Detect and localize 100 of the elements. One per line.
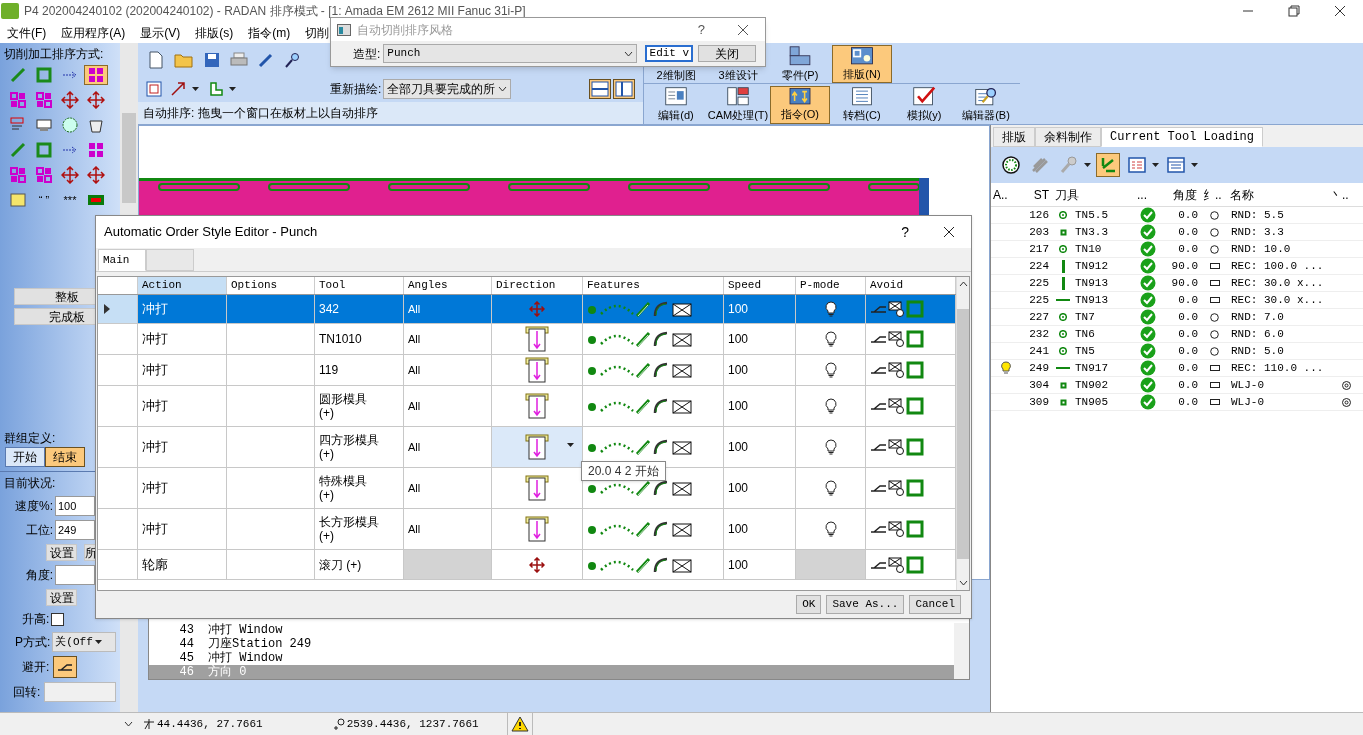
table-row[interactable]: 冲打 长方形模具 (+) All 100	[98, 509, 956, 550]
dialog-button[interactable]: OK	[796, 595, 822, 614]
dialog-button[interactable]: Cancel	[909, 595, 961, 614]
plate-icon[interactable]	[35, 116, 53, 134]
column-header[interactable]: Features	[583, 277, 724, 294]
arrow-icon[interactable]	[170, 81, 186, 97]
group-button[interactable]: 开始	[5, 447, 45, 467]
blocks-icon[interactable]	[35, 91, 53, 109]
table-row[interactable]: 冲打 119 All 100	[98, 355, 956, 386]
ribbon-button[interactable]: 排版(N)	[832, 45, 892, 83]
panel-tab[interactable]: 余料制作	[1035, 127, 1101, 147]
column-header[interactable]: 丶..	[1328, 185, 1363, 204]
ribbon-button[interactable]: 模拟(y)	[894, 86, 954, 124]
table-row[interactable]: 轮廓 滚刀 (+) 100	[98, 550, 956, 580]
panel-tab[interactable]: 排版	[993, 127, 1035, 147]
pen-tool-icon[interactable]	[284, 51, 300, 68]
raise-checkbox[interactable]	[51, 612, 65, 626]
circle-icon[interactable]	[61, 116, 79, 134]
ribbon-button[interactable]: CAM处理(T)	[708, 86, 768, 124]
corner-shape-icon[interactable]	[209, 82, 223, 96]
pencil-icon[interactable]	[258, 51, 274, 68]
arrows-icon[interactable]	[87, 166, 105, 184]
print-icon[interactable]	[230, 51, 248, 68]
panel-tab[interactable]: Current Tool Loading	[1101, 127, 1264, 147]
dialog-button[interactable]: Save As...	[826, 595, 905, 614]
column-header[interactable]: 角度	[1161, 185, 1201, 204]
open-folder-icon[interactable]	[174, 51, 194, 68]
set-button[interactable]: 设置	[46, 544, 77, 561]
chevron-down-icon[interactable]	[124, 721, 133, 727]
quote-tool[interactable]: “ ”	[38, 191, 50, 209]
column-header[interactable]: A..	[991, 185, 1021, 204]
listing-line[interactable]: 45 冲打 Window	[149, 651, 954, 666]
help-button[interactable]: ?	[697, 19, 705, 40]
column-header[interactable]: ST	[1021, 185, 1053, 204]
ribbon-button[interactable]: 编辑器(B)	[956, 86, 1016, 124]
note-icon[interactable]	[9, 191, 27, 209]
column-header[interactable]: P-mode	[796, 277, 866, 294]
speed-field[interactable]: 100	[55, 496, 95, 516]
ribbon-button[interactable]: 零件(P)	[770, 45, 830, 83]
blocks-icon[interactable]	[9, 166, 27, 184]
ribbon-button[interactable]: 指令(O)	[770, 86, 830, 124]
close-icon[interactable]	[737, 23, 749, 36]
help-button[interactable]: ?	[901, 221, 909, 243]
rotate-field[interactable]	[44, 682, 117, 702]
split-horizontal-icon[interactable]	[589, 79, 611, 99]
column-header[interactable]: Direction	[492, 277, 583, 294]
column-header[interactable]: Speed	[724, 277, 796, 294]
line-icon[interactable]	[9, 66, 27, 84]
column-header[interactable]: Action	[138, 277, 227, 294]
scroll-down-icon[interactable]	[958, 580, 968, 586]
square-icon[interactable]	[35, 141, 53, 159]
style-dropdown[interactable]: Punch	[383, 44, 638, 63]
toolbar-button[interactable]	[999, 153, 1023, 177]
column-header[interactable]: 纟..	[1201, 185, 1228, 204]
split-vertical-icon[interactable]	[613, 79, 635, 99]
column-header[interactable]: 名称	[1228, 185, 1328, 204]
avoid-button[interactable]	[53, 656, 78, 678]
fit-view-icon[interactable]	[146, 81, 162, 97]
edit-button[interactable]: Edit v	[645, 45, 694, 62]
menu-item[interactable]: 指令(m)	[248, 23, 291, 42]
column-header[interactable]: Tool	[315, 277, 404, 294]
station-field[interactable]: 249	[55, 520, 95, 540]
group-button[interactable]: 结束	[45, 447, 85, 467]
square-icon[interactable]	[35, 66, 53, 84]
listing-scrollbar[interactable]	[954, 623, 969, 680]
menu-item[interactable]: 应用程序(A)	[61, 23, 126, 42]
ribbon-button[interactable]: 编辑(d)	[646, 86, 706, 124]
pmode-dropdown[interactable]: 关(Off	[52, 632, 117, 652]
table-row[interactable]: 冲打 342 All 100	[98, 295, 956, 324]
close-button[interactable]: 关闭	[698, 45, 757, 62]
close-icon[interactable]	[943, 226, 955, 238]
line-icon[interactable]	[9, 141, 27, 159]
table-row[interactable]: 冲打 圆形模具 (+) All 100	[98, 386, 956, 427]
menu-item[interactable]: 文件(F)	[7, 23, 47, 42]
table-row[interactable]: 冲打 TN1010 All 100	[98, 324, 956, 355]
column-header[interactable]: ...	[1135, 185, 1161, 204]
menu-item[interactable]: 切削	[305, 23, 330, 42]
listing-line[interactable]: 43 冲打 Window	[149, 623, 954, 638]
angle-field[interactable]	[55, 565, 95, 585]
scroll-up-icon[interactable]	[958, 281, 968, 287]
redraw-dropdown[interactable]: 全部刀具要完成的所	[383, 79, 512, 99]
grid-icon[interactable]	[87, 66, 105, 84]
column-header[interactable]: Options	[227, 277, 315, 294]
ribbon-button[interactable]: 转档(C)	[832, 86, 892, 124]
column-header[interactable]: 刀具	[1053, 185, 1135, 204]
column-header[interactable]: Angles	[404, 277, 492, 294]
set-button[interactable]: 设置	[46, 589, 77, 606]
listing-line[interactable]: 44 刀座Station 249	[149, 637, 954, 652]
grid-icon[interactable]	[87, 141, 105, 159]
menu-item[interactable]: 排版(s)	[195, 23, 234, 42]
quote-tool[interactable]: ***	[63, 191, 77, 209]
arrows-icon[interactable]	[61, 166, 79, 184]
table-scrollbar[interactable]	[956, 277, 969, 590]
arrows-icon[interactable]	[61, 91, 79, 109]
menu-item[interactable]: 显示(V)	[140, 23, 181, 42]
arrows-icon[interactable]	[87, 91, 105, 109]
editor-tab[interactable]: Main	[98, 249, 146, 271]
new-file-icon[interactable]	[148, 50, 164, 69]
blocks-icon[interactable]	[9, 91, 27, 109]
save-icon[interactable]	[204, 51, 220, 68]
